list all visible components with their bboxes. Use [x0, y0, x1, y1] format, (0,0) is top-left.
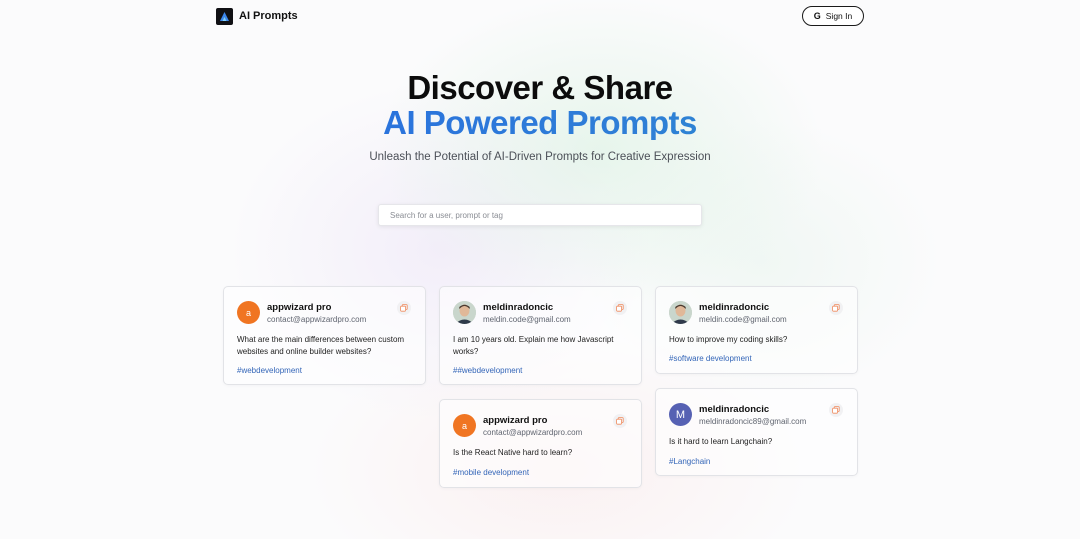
card-tag[interactable]: #webdevelopment — [237, 366, 302, 375]
copy-icon[interactable] — [397, 301, 411, 315]
logo-icon — [216, 7, 233, 25]
card-username[interactable]: meldinradoncic — [699, 302, 769, 313]
avatar: a — [237, 301, 260, 324]
hero-section: Discover & Share AI Powered Prompts Unle… — [0, 70, 1080, 163]
card-username[interactable]: meldinradoncic — [699, 404, 769, 415]
card-email: meldin.code@gmail.com — [699, 315, 787, 324]
prompt-card[interactable]: a appwizard pro contact@appwizardpro.com… — [223, 286, 426, 385]
copy-icon[interactable] — [613, 414, 627, 428]
card-email: contact@appwizardpro.com — [267, 315, 367, 324]
card-tag[interactable]: #mobile development — [453, 468, 529, 477]
search-input[interactable] — [378, 204, 702, 226]
card-username[interactable]: appwizard pro — [483, 415, 547, 426]
card-prompt: I am 10 years old. Explain me how Javasc… — [453, 335, 614, 356]
copy-icon[interactable] — [613, 301, 627, 315]
prompt-card[interactable]: a appwizard pro contact@appwizardpro.com… — [439, 399, 642, 488]
card-email: meldin.code@gmail.com — [483, 315, 571, 324]
card-tag[interactable]: ##webdevelopment — [453, 366, 522, 375]
copy-icon[interactable] — [829, 403, 843, 417]
card-email: meldinradoncic89@gmail.com — [699, 417, 807, 426]
avatar — [669, 301, 692, 324]
prompt-card[interactable]: meldinradoncic meldin.code@gmail.com I a… — [439, 286, 642, 385]
sign-in-label: Sign In — [825, 11, 853, 21]
sign-in-button[interactable]: G Sign In — [802, 6, 864, 26]
avatar — [453, 301, 476, 324]
hero-title-gradient: AI Powered Prompts — [0, 105, 1080, 140]
avatar: a — [453, 414, 476, 437]
hero-title: Discover & Share — [407, 69, 673, 106]
card-prompt: Is it hard to learn Langchain? — [669, 437, 773, 446]
copy-icon[interactable] — [829, 301, 843, 315]
card-prompt: What are the main differences between cu… — [237, 335, 405, 356]
avatar: M — [669, 403, 692, 426]
card-prompt: How to improve my coding skills? — [669, 335, 788, 344]
google-icon: G — [813, 11, 821, 21]
card-tag[interactable]: #Langchain — [669, 457, 710, 466]
brand-name: AI Prompts — [239, 10, 298, 22]
top-nav: AI Prompts G Sign In — [0, 0, 1080, 32]
hero-subtitle: Unleash the Potential of AI-Driven Promp… — [369, 151, 711, 163]
prompt-card[interactable]: M meldinradoncic meldinradoncic89@gmail.… — [655, 388, 858, 476]
card-username[interactable]: meldinradoncic — [483, 302, 553, 313]
card-email: contact@appwizardpro.com — [483, 428, 583, 437]
card-username[interactable]: appwizard pro — [267, 302, 331, 313]
card-prompt: Is the React Native hard to learn? — [453, 448, 573, 457]
brand-logo[interactable]: AI Prompts — [216, 7, 298, 25]
card-tag[interactable]: #software development — [669, 354, 752, 363]
prompt-card[interactable]: meldinradoncic meldin.code@gmail.com How… — [655, 286, 858, 374]
